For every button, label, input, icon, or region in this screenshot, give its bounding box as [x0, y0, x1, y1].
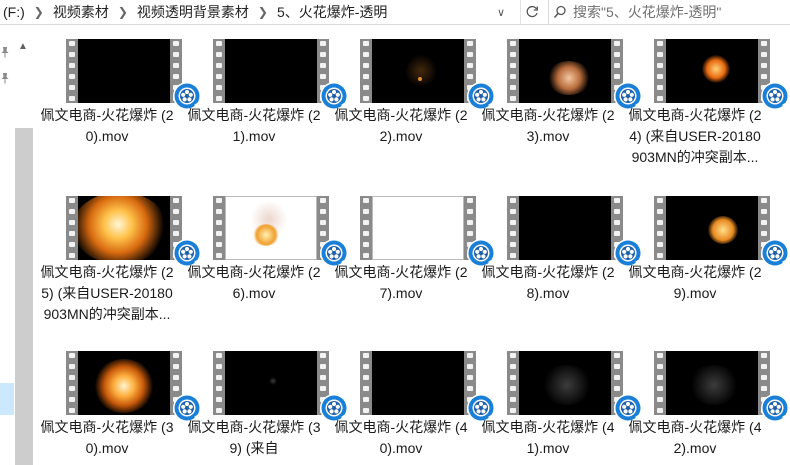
video-thumbnail	[213, 196, 348, 267]
quicktime-badge-icon	[760, 238, 790, 268]
film-strip	[213, 351, 225, 415]
refresh-icon[interactable]	[520, 0, 543, 24]
video-thumbnail	[213, 39, 348, 110]
film-strip	[360, 39, 372, 103]
video-frame	[225, 196, 317, 260]
film-strip	[360, 351, 372, 415]
video-thumbnail	[213, 351, 348, 422]
film-strip	[360, 196, 372, 260]
search-icon	[549, 5, 571, 19]
film-strip	[66, 196, 78, 260]
video-frame	[372, 196, 464, 260]
video-frame	[372, 39, 464, 103]
video-frame	[225, 351, 317, 415]
video-thumbnail	[66, 39, 201, 110]
breadcrumb-separator-icon[interactable]: ❯	[252, 5, 274, 19]
video-frame	[78, 196, 170, 260]
video-frame	[519, 351, 611, 415]
film-strip	[213, 39, 225, 103]
quicktime-badge-icon	[760, 393, 790, 423]
film-strip	[213, 196, 225, 260]
navigation-pane: ▲	[0, 25, 36, 465]
breadcrumb-separator-icon[interactable]: ❯	[112, 5, 134, 19]
breadcrumb-drive[interactable]: (F:)	[0, 4, 28, 20]
video-frame	[78, 39, 170, 103]
breadcrumb-video-material[interactable]: 视频素材	[50, 2, 112, 22]
video-thumbnail	[507, 39, 642, 110]
breadcrumb[interactable]: (F:) ❯ 视频素材 ❯ 视频透明背景素材 ❯ 5、火花爆炸-透明	[0, 0, 540, 24]
pin-icon[interactable]	[0, 45, 10, 58]
film-strip	[66, 351, 78, 415]
scroll-up-icon[interactable]: ▲	[14, 39, 32, 53]
video-thumbnail	[66, 196, 201, 267]
file-name-label: 佩文电商-火花爆炸 (26).mov	[187, 264, 321, 301]
file-name-label: 佩文电商-火花爆炸 (41).mov	[481, 419, 615, 456]
video-frame	[78, 351, 170, 415]
video-thumbnail	[654, 351, 789, 422]
file-name-label: 佩文电商-火花爆炸 (25) (来自USER-20180903MN的冲突副本..…	[40, 264, 174, 322]
file-grid: 佩文电商-火花爆炸 (20).mov 佩文电商-火花爆炸 (21).mov 佩文电商…	[36, 25, 790, 465]
file-name-label: 佩文电商-火花爆炸 (40).mov	[334, 419, 468, 456]
file-name-label: 佩文电商-火花爆炸 (27).mov	[334, 264, 468, 301]
file-name-label: 佩文电商-火花爆炸 (22).mov	[334, 107, 468, 144]
file-name-label: 佩文电商-火花爆炸 (23).mov	[481, 107, 615, 144]
film-strip	[654, 351, 666, 415]
chevron-down-icon[interactable]: ∨	[490, 0, 512, 24]
breadcrumb-separator-icon[interactable]: ❯	[28, 5, 50, 19]
quicktime-badge-icon	[760, 81, 790, 111]
video-thumbnail	[654, 196, 789, 267]
video-thumbnail	[360, 39, 495, 110]
video-thumbnail	[507, 351, 642, 422]
address-bar: (F:) ❯ 视频素材 ❯ 视频透明背景素材 ❯ 5、火花爆炸-透明 ∨	[0, 0, 790, 25]
file-name-label: 佩文电商-火花爆炸 (21).mov	[187, 107, 321, 144]
file-name-label: 佩文电商-火花爆炸 (30).mov	[40, 419, 174, 456]
search-box[interactable]	[548, 0, 790, 24]
breadcrumb-current-folder[interactable]: 5、火花爆炸-透明	[274, 2, 390, 22]
file-name-label: 佩文电商-火花爆炸 (39) (来自	[187, 419, 321, 456]
video-frame	[666, 39, 758, 103]
video-thumbnail	[360, 351, 495, 422]
film-strip	[654, 39, 666, 103]
file-name-label: 佩文电商-火花爆炸 (42).mov	[628, 419, 762, 456]
video-frame	[519, 39, 611, 103]
film-strip	[507, 39, 519, 103]
file-name-label: 佩文电商-火花爆炸 (29).mov	[628, 264, 762, 301]
breadcrumb-transparent-bg[interactable]: 视频透明背景素材	[134, 2, 252, 22]
film-strip	[507, 351, 519, 415]
pin-icon[interactable]	[0, 71, 10, 84]
file-name-label: 佩文电商-火花爆炸 (28).mov	[481, 264, 615, 301]
video-thumbnail	[654, 39, 789, 110]
video-frame	[225, 39, 317, 103]
video-frame	[666, 351, 758, 415]
nav-selected-item[interactable]	[0, 383, 14, 415]
search-input[interactable]	[571, 3, 785, 21]
file-name-label: 佩文电商-火花爆炸 (24) (来自USER-20180903MN的冲突副本..…	[628, 107, 762, 165]
video-thumbnail	[66, 351, 201, 422]
film-strip	[507, 196, 519, 260]
video-thumbnail	[360, 196, 495, 267]
file-name-label: 佩文电商-火花爆炸 (20).mov	[40, 107, 174, 144]
video-frame	[666, 196, 758, 260]
film-strip	[654, 196, 666, 260]
nav-scrollbar-thumb[interactable]	[15, 128, 33, 465]
video-frame	[372, 351, 464, 415]
video-frame	[519, 196, 611, 260]
film-strip	[66, 39, 78, 103]
video-thumbnail	[507, 196, 642, 267]
